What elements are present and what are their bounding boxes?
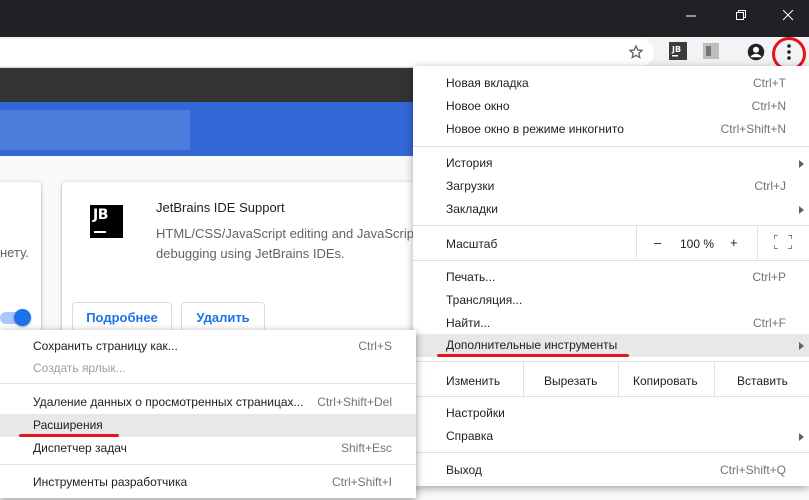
extensions-underline	[19, 434, 119, 437]
extensions-search-box[interactable]	[0, 110, 190, 150]
paste-button[interactable]: Вставить	[737, 374, 788, 388]
bookmark-star-button[interactable]	[627, 43, 645, 61]
chevron-right-icon	[799, 206, 804, 214]
menu-divider	[413, 396, 809, 397]
extension-description: HTML/CSS/JavaScript editing and JavaScri…	[156, 224, 414, 264]
menu-item-print[interactable]: Печать... Ctrl+P	[413, 266, 809, 289]
zoom-label: Масштаб	[446, 237, 498, 251]
copy-button[interactable]: Копировать	[633, 374, 698, 388]
chevron-right-icon	[799, 433, 804, 441]
jetbrains-logo: JB	[90, 205, 123, 238]
extension-description-line: HTML/CSS/JavaScript editing and JavaScri…	[156, 226, 414, 241]
more-tools-underline	[437, 354, 629, 357]
title-bar	[0, 0, 809, 37]
submenu-item-create-shortcut[interactable]: Создать ярлык...	[0, 357, 416, 380]
zoom-value: 100 %	[680, 237, 715, 251]
fullscreen-button[interactable]	[773, 234, 793, 250]
jetbrains-extension-button[interactable]: JB	[668, 41, 688, 61]
menu-divider	[0, 464, 416, 465]
extension-toggle-knob[interactable]	[14, 309, 31, 326]
menu-item-exit[interactable]: Выход Ctrl+Shift+Q	[413, 459, 809, 482]
submenu-item-clear-data[interactable]: Удаление данных о просмотренных страница…	[0, 391, 416, 414]
details-button[interactable]: Подробнее	[72, 302, 172, 332]
menu-item-downloads[interactable]: Загрузки Ctrl+J	[413, 175, 809, 198]
extension-icon	[703, 43, 719, 59]
close-window-button[interactable]	[772, 4, 804, 26]
minimize-icon	[685, 15, 696, 16]
address-bar[interactable]	[0, 39, 654, 66]
more-tools-submenu: Сохранить страницу как... Ctrl+S Создать…	[0, 330, 416, 498]
account-icon	[747, 43, 765, 61]
zoom-out-button[interactable]: –	[654, 235, 661, 250]
menu-divider	[413, 452, 809, 453]
close-icon	[782, 9, 793, 20]
cut-button[interactable]: Вырезать	[544, 374, 597, 388]
remove-button[interactable]: Удалить	[181, 302, 265, 332]
menu-divider	[413, 146, 809, 147]
submenu-item-save-page[interactable]: Сохранить страницу как... Ctrl+S	[0, 335, 416, 358]
menu-divider	[413, 361, 809, 362]
extension-title: JetBrains IDE Support	[156, 200, 285, 215]
zoom-in-button[interactable]: +	[730, 235, 738, 250]
submenu-item-dev-tools[interactable]: Инструменты разработчика Ctrl+Shift+I	[0, 471, 416, 494]
extension-description-line: debugging using JetBrains IDEs.	[156, 246, 345, 261]
menu-divider	[413, 225, 809, 226]
edit-label: Изменить	[446, 374, 501, 388]
browser-toolbar: JB	[0, 37, 809, 68]
fullscreen-icon	[773, 234, 793, 250]
extension-button[interactable]	[701, 41, 721, 61]
menu-item-find[interactable]: Найти... Ctrl+F	[413, 312, 809, 335]
chrome-main-menu: Новая вкладка Ctrl+T Новое окно Ctrl+N Н…	[413, 66, 809, 486]
chevron-right-icon	[799, 160, 804, 168]
menu-item-settings[interactable]: Настройки	[413, 402, 809, 425]
menu-item-new-window[interactable]: Новое окно Ctrl+N	[413, 95, 809, 118]
menu-divider	[413, 260, 809, 261]
menu-item-new-tab[interactable]: Новая вкладка Ctrl+T	[413, 72, 809, 95]
menu-item-cast[interactable]: Трансляция...	[413, 289, 809, 312]
jetbrains-logo-text: JB	[93, 207, 108, 223]
restore-button[interactable]	[725, 4, 757, 26]
submenu-item-task-manager[interactable]: Диспетчер задач Shift+Esc	[0, 437, 416, 460]
menu-item-incognito[interactable]: Новое окно в режиме инкогнито Ctrl+Shift…	[413, 118, 809, 141]
menu-item-bookmarks[interactable]: Закладки	[413, 198, 809, 221]
restore-icon	[735, 9, 746, 20]
menu-item-history[interactable]: История	[413, 152, 809, 175]
menu-divider	[0, 383, 416, 384]
menu-item-help[interactable]: Справка	[413, 425, 809, 448]
jetbrains-extension-icon: JB	[669, 42, 687, 60]
partial-card-text: нету.	[0, 245, 29, 260]
svg-text:JB: JB	[671, 45, 681, 54]
profile-button[interactable]	[746, 42, 766, 62]
star-icon	[628, 44, 644, 59]
chevron-right-icon	[799, 342, 804, 350]
minimize-button[interactable]	[675, 4, 707, 26]
